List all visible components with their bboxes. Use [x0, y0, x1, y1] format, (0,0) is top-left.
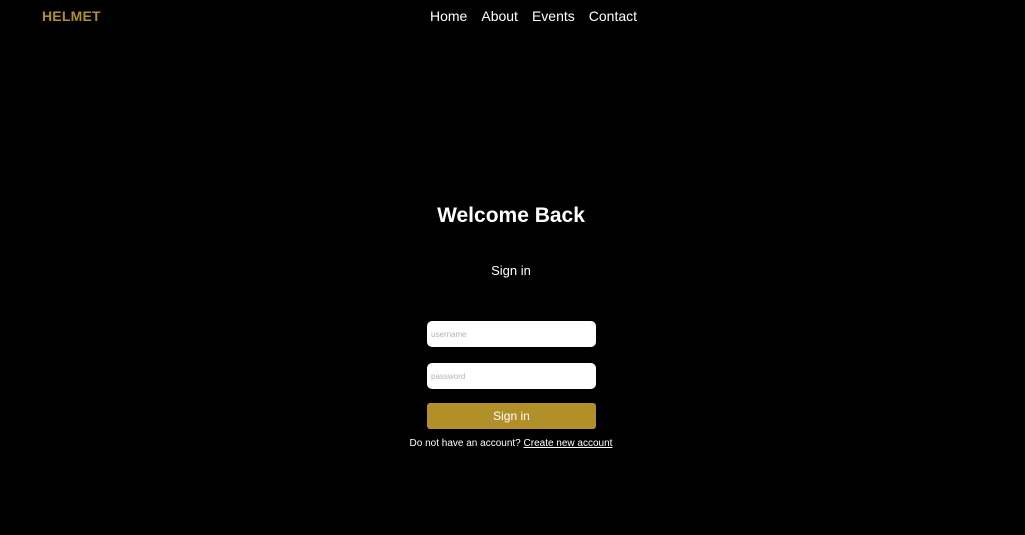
top-navbar: HELMET Home About Events Contact [0, 0, 1025, 34]
sign-in-subheading: Sign in [491, 263, 531, 278]
password-input[interactable] [427, 363, 596, 389]
brand-logo[interactable]: HELMET [42, 8, 101, 24]
nav-link-events[interactable]: Events [532, 8, 575, 24]
nav-link-contact[interactable]: Contact [589, 8, 637, 24]
nav-links: Home About Events Contact [430, 8, 637, 24]
nav-link-home[interactable]: Home [430, 8, 467, 24]
create-account-link[interactable]: Create new account [524, 438, 613, 449]
sign-in-button[interactable]: Sign in [427, 403, 596, 429]
welcome-heading: Welcome Back [437, 204, 585, 227]
username-input[interactable] [427, 321, 596, 347]
signup-prompt-line: Do not have an account? Create new accou… [0, 438, 1022, 449]
nav-link-about[interactable]: About [481, 8, 518, 24]
signup-prompt-text: Do not have an account? [409, 438, 521, 449]
